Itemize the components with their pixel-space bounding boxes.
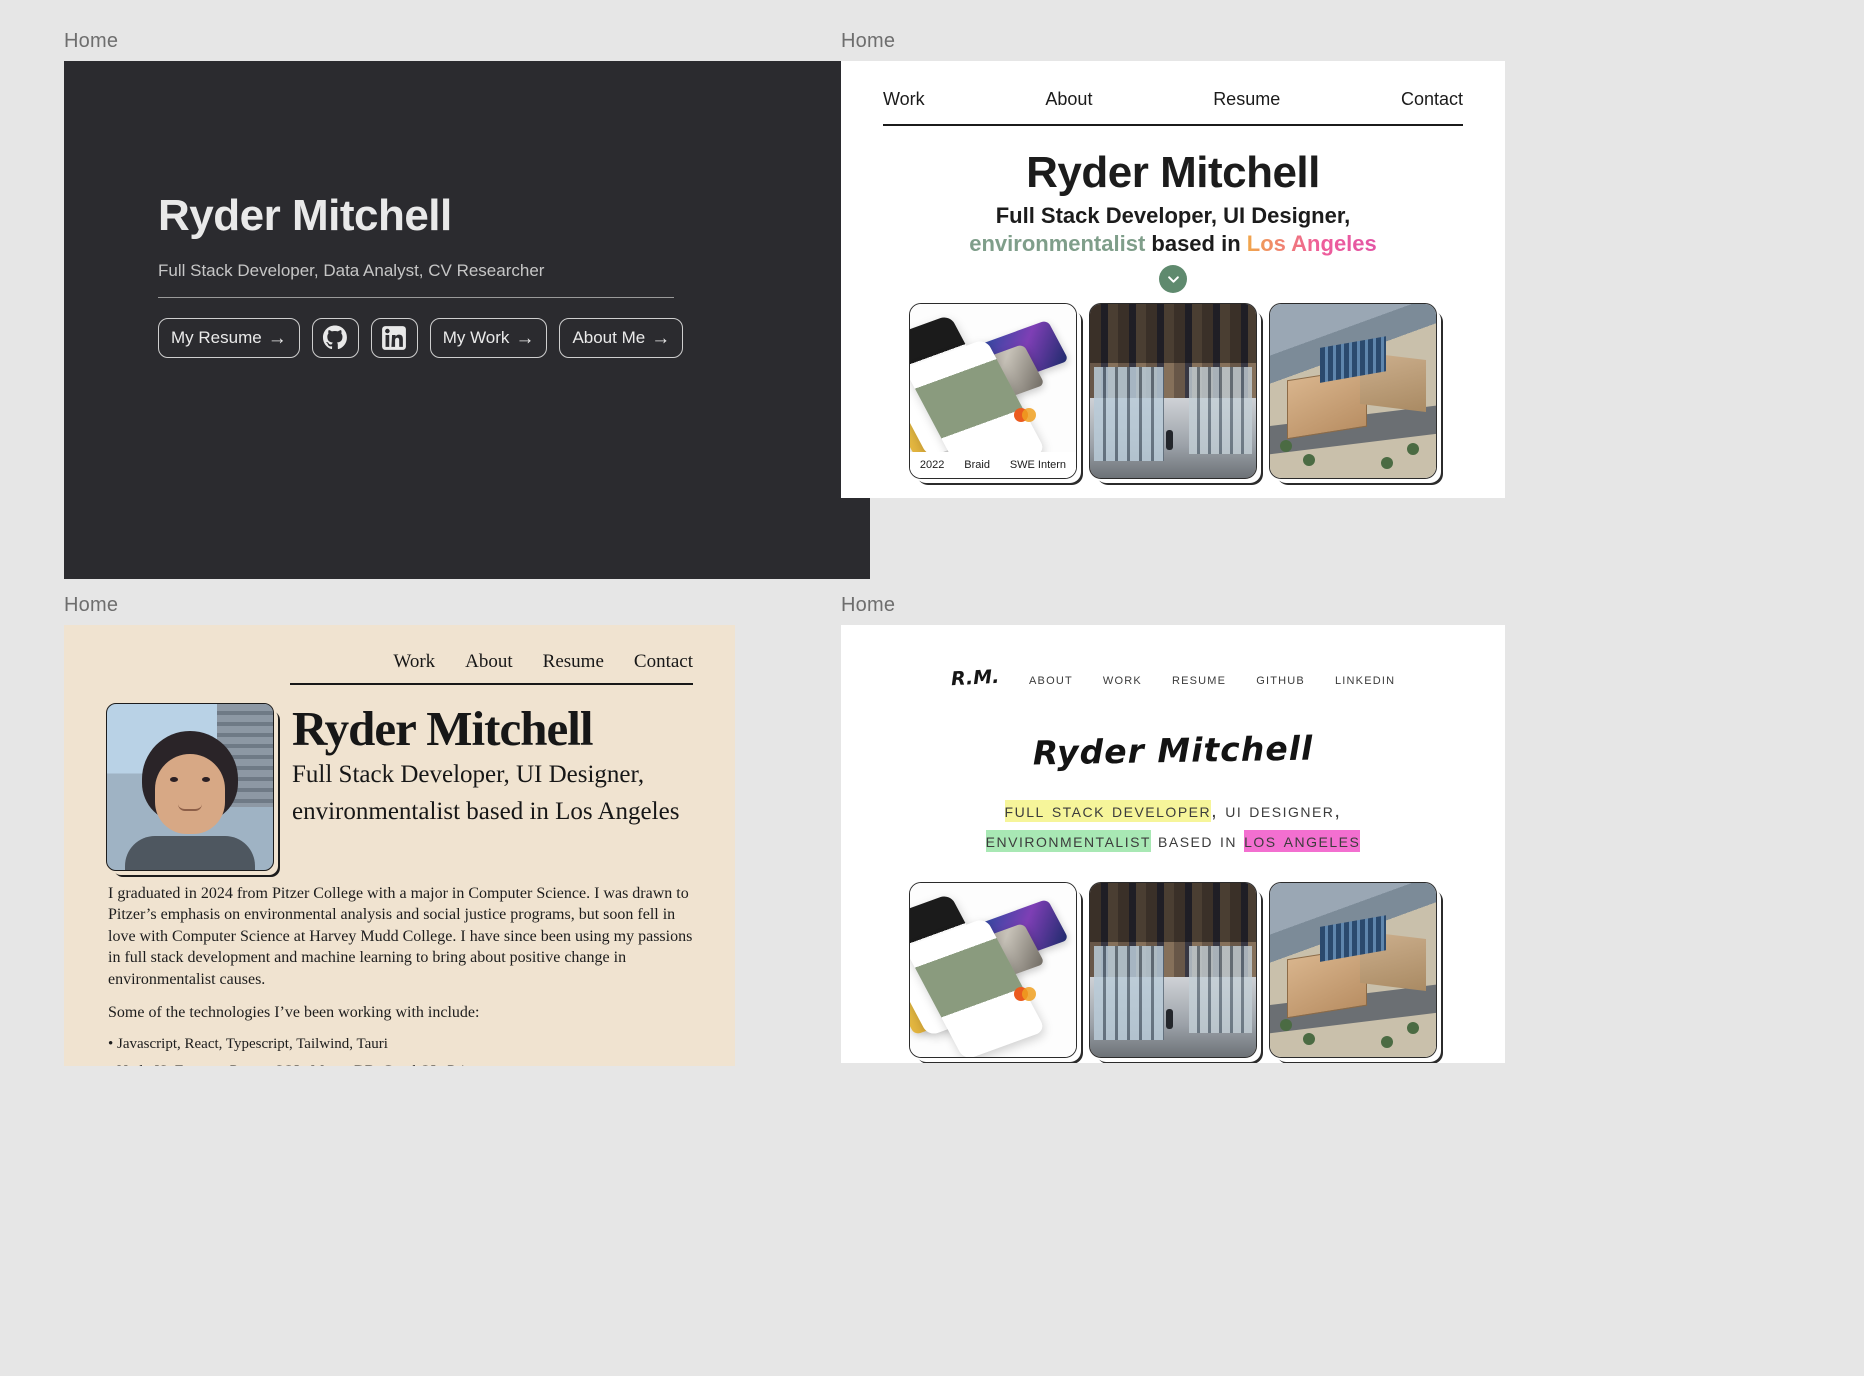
architecture-corridor-thumbnail <box>1090 304 1256 478</box>
fintech-app-mockup-thumbnail <box>910 883 1076 1057</box>
ui-designer-text: , UI Designer, <box>1211 800 1342 822</box>
main-nav: R.M. About Work Resume Github Linkedin <box>841 625 1505 690</box>
arrow-right-icon: → <box>651 327 671 349</box>
tech-list: Javascript, React, Typescript, Tailwind,… <box>64 1024 735 1066</box>
project-card-row: 2022 Braid SWE Intern <box>841 303 1505 479</box>
nav-item-resume[interactable]: Resume <box>1213 89 1280 110</box>
list-item: Node.JS, Express, PostgreSQL, MongoDB, G… <box>108 1063 693 1066</box>
panel-label-4: Home <box>841 594 896 616</box>
nav-underline <box>883 124 1463 126</box>
light-modern-frame: Work About Resume Contact Ryder Mitchell… <box>841 61 1505 498</box>
nav-item-about[interactable]: About <box>1029 671 1073 689</box>
about-paragraph: I graduated in 2024 from Pitzer College … <box>108 885 693 988</box>
nav-item-contact[interactable]: Contact <box>634 651 693 673</box>
project-card[interactable] <box>1269 882 1437 1058</box>
avatar <box>106 703 274 871</box>
nav-item-github[interactable]: Github <box>1256 671 1305 689</box>
nav-item-work[interactable]: Work <box>393 651 435 673</box>
architecture-corridor-thumbnail <box>1090 883 1256 1057</box>
project-card[interactable] <box>1089 303 1257 479</box>
project-role: SWE Intern <box>1009 459 1067 471</box>
project-card[interactable] <box>1089 882 1257 1058</box>
about-header-text: Ryder Mitchell Full Stack Developer, UI … <box>292 703 679 871</box>
page-title: Ryder Mitchell <box>1032 728 1314 773</box>
based-in-text: based in <box>1145 230 1247 256</box>
dark-hero-content: Ryder Mitchell Full Stack Developer, Dat… <box>158 191 778 358</box>
panel-cream-serif: Home Work About Resume Contact Ryder Mit… <box>64 594 735 1066</box>
hero-section: Ryder Mitchell Full Stack Developer, UI … <box>841 148 1505 293</box>
subtitle-line-2: environmentalist based in Los Angeles <box>292 797 680 825</box>
github-icon <box>323 325 348 350</box>
los-angeles-highlight: Los Angeles <box>1244 830 1361 852</box>
linkedin-icon <box>382 326 407 350</box>
subtitle-line-2: environmentalist based in Los Angeles <box>841 230 1505 258</box>
page-title: Ryder Mitchell <box>292 701 593 756</box>
hero-subtitle: Full Stack Developer, UI Designer, Envir… <box>841 796 1505 856</box>
nav-item-about[interactable]: About <box>1045 89 1092 110</box>
full-stack-developer-highlight: Full Stack Developer <box>1004 800 1212 822</box>
dark-hero-frame: Ryder Mitchell Full Stack Developer, Dat… <box>64 61 870 579</box>
panel-label-2: Home <box>841 30 896 52</box>
screenshot-root: Home Ryder Mitchell Full Stack Developer… <box>0 0 1864 1376</box>
project-card-row <box>841 882 1505 1058</box>
project-card-meta: 2022 Braid SWE Intern <box>910 452 1076 478</box>
aerial-rooftops-thumbnail <box>1270 304 1436 478</box>
panel-light-modern: Home Work About Resume Contact Ryder Mit… <box>841 30 1505 498</box>
project-company: Braid <box>964 459 990 471</box>
subtitle-line-1: Full Stack Developer, UI Designer, <box>995 203 1351 228</box>
logo-monogram[interactable]: R.M. <box>950 666 999 690</box>
page-title: Ryder Mitchell <box>158 191 452 240</box>
scroll-down-button[interactable] <box>1159 265 1187 293</box>
about-header: Ryder Mitchell Full Stack Developer, UI … <box>64 685 735 871</box>
nav-item-contact[interactable]: Contact <box>1401 89 1463 110</box>
main-nav: Work About Resume Contact <box>841 61 1505 110</box>
tagline: Full Stack Developer, Data Analyst, CV R… <box>158 261 545 280</box>
about-me-label: About Me <box>572 328 646 347</box>
environmentalist-highlight: Environmentalist <box>985 830 1151 852</box>
los-angeles-word: Los Angeles <box>1246 230 1377 256</box>
hero-button-row: My Resume → My Work → About Me → <box>158 318 778 358</box>
nav-item-linkedin[interactable]: Linkedin <box>1335 671 1395 689</box>
nav-item-work[interactable]: Work <box>883 89 925 110</box>
divider <box>158 297 674 298</box>
chevron-down-icon <box>1167 275 1179 283</box>
environmentalist-word: environmentalist <box>969 230 1146 256</box>
nav-item-about[interactable]: About <box>465 651 513 673</box>
project-card[interactable] <box>1269 303 1437 479</box>
nav-item-resume[interactable]: Resume <box>1172 671 1226 689</box>
nav-item-resume[interactable]: Resume <box>543 651 604 673</box>
my-resume-label: My Resume <box>171 328 262 347</box>
panel-label-1: Home <box>64 30 119 52</box>
project-year: 2022 <box>919 459 945 471</box>
about-paragraph-2: Some of the technologies I’ve been worki… <box>108 1004 480 1022</box>
project-card[interactable]: 2022 Braid SWE Intern <box>909 303 1077 479</box>
page-title: Ryder Mitchell <box>1026 148 1320 197</box>
linkedin-link-button[interactable] <box>370 318 418 358</box>
panel-label-3: Home <box>64 594 119 616</box>
github-link-button[interactable] <box>311 318 359 358</box>
aerial-rooftops-thumbnail <box>1270 883 1436 1057</box>
my-resume-button[interactable]: My Resume → <box>158 318 300 358</box>
panel-handwritten: Home R.M. About Work Resume Github Linke… <box>841 594 1505 1063</box>
panel-dark-hero: Home Ryder Mitchell Full Stack Developer… <box>64 30 870 579</box>
my-work-button[interactable]: My Work → <box>429 318 548 358</box>
my-work-label: My Work <box>442 328 510 347</box>
based-in-text: based in <box>1150 830 1245 852</box>
about-me-button[interactable]: About Me → <box>559 318 684 358</box>
arrow-right-icon: → <box>515 327 535 349</box>
handwritten-frame: R.M. About Work Resume Github Linkedin R… <box>841 625 1505 1063</box>
hero-subtitle: Full Stack Developer, UI Designer, envir… <box>841 202 1505 257</box>
list-item: Javascript, React, Typescript, Tailwind,… <box>108 1036 693 1053</box>
nav-item-work[interactable]: Work <box>1103 671 1142 689</box>
project-card[interactable] <box>909 882 1077 1058</box>
main-nav: Work About Resume Contact <box>64 625 735 673</box>
arrow-right-icon: → <box>267 327 287 349</box>
cream-serif-frame: Work About Resume Contact Ryder Mitchell <box>64 625 735 1066</box>
subtitle-line-1: Full Stack Developer, UI Designer, <box>292 761 645 789</box>
